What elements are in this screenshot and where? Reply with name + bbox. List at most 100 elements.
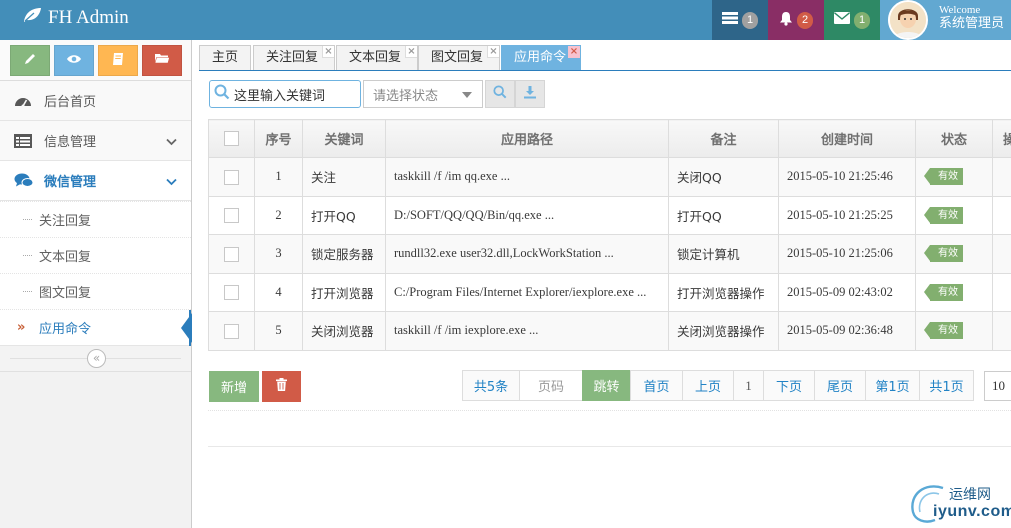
cell-actions bbox=[992, 195, 1011, 235]
page-indicator-text: 第1页 bbox=[875, 380, 910, 395]
status-badge: 有效 bbox=[924, 206, 963, 224]
shortcut-folder-button[interactable] bbox=[142, 45, 182, 76]
table-row[interactable]: 2 打开QQ D:/SOFT/QQ/QQ/Bin/qq.exe ... 打开QQ… bbox=[208, 195, 1011, 235]
watermark-top-text: 运维网 bbox=[949, 487, 991, 503]
cell-remark: 关闭浏览器操作 bbox=[668, 311, 779, 351]
tasks-button[interactable]: 1 bbox=[712, 0, 768, 40]
shortcut-edit-button[interactable] bbox=[10, 45, 50, 76]
cell-created: 2015-05-10 21:25:46 bbox=[778, 157, 916, 197]
watermark: 运维网 iyunv.com bbox=[905, 478, 1011, 528]
add-button[interactable]: 新增 bbox=[209, 371, 259, 402]
tab-text-reply[interactable]: 文本回复 × bbox=[336, 45, 418, 70]
current-page[interactable]: 1 bbox=[733, 370, 764, 401]
cell-path: C:/Program Files/Internet Explorer/iexpl… bbox=[385, 272, 669, 312]
row-checkbox[interactable] bbox=[224, 323, 239, 339]
notifications-button[interactable]: 2 bbox=[768, 0, 824, 40]
column-header[interactable]: 操 bbox=[992, 119, 1011, 158]
envelope-icon bbox=[834, 12, 850, 28]
row-checkbox[interactable] bbox=[224, 246, 239, 262]
delete-button[interactable] bbox=[262, 371, 301, 402]
status-select[interactable]: 请选择状态 bbox=[363, 80, 483, 108]
tab-home[interactable]: 主页 bbox=[199, 45, 251, 70]
table-row[interactable]: 4 打开浏览器 C:/Program Files/Internet Explor… bbox=[208, 272, 1011, 312]
cell-actions bbox=[992, 272, 1011, 312]
table-row[interactable]: 5 关闭浏览器 taskkill /f /im iexplore.exe ...… bbox=[208, 311, 1011, 351]
submenu-item-follow-reply[interactable]: 关注回复 bbox=[0, 201, 191, 237]
go-button[interactable]: 跳转 bbox=[582, 370, 631, 401]
cell-created: 2015-05-10 21:25:06 bbox=[778, 234, 916, 274]
search-input[interactable]: 这里输入关键词 bbox=[209, 80, 361, 108]
submenu-item-app-command[interactable]: » 应用命令 bbox=[0, 309, 192, 346]
current-page-number: 1 bbox=[745, 377, 752, 393]
page-number-placeholder: 页码 bbox=[537, 380, 564, 395]
prev-page-link[interactable]: 上页 bbox=[682, 370, 734, 401]
folder-icon bbox=[154, 52, 170, 69]
column-header[interactable]: 应用路径 bbox=[385, 119, 669, 158]
tree-dash bbox=[23, 291, 32, 292]
cell-created: 2015-05-10 21:25:25 bbox=[778, 195, 916, 235]
close-icon[interactable]: × bbox=[568, 46, 580, 58]
row-checkbox[interactable] bbox=[224, 285, 239, 301]
column-header[interactable]: 备注 bbox=[668, 119, 779, 158]
cell-path: taskkill /f /im qq.exe ... bbox=[385, 157, 669, 197]
table-row[interactable]: 1 关注 taskkill /f /im qq.exe ... 关闭QQ 201… bbox=[208, 157, 1011, 197]
menu-item-label: 后台首页 bbox=[44, 95, 97, 110]
cell-status: 有效 bbox=[915, 311, 993, 351]
page-number-input[interactable]: 页码 bbox=[519, 370, 583, 401]
cell-keyword: 关闭浏览器 bbox=[302, 311, 386, 351]
page-size-select[interactable]: 10 bbox=[984, 371, 1011, 401]
select-all-checkbox[interactable] bbox=[224, 131, 239, 146]
tab-news-reply[interactable]: 图文回复 × bbox=[418, 45, 500, 70]
row-checkbox[interactable] bbox=[224, 169, 239, 185]
messages-button[interactable]: 1 bbox=[824, 0, 880, 40]
menu-item-info[interactable]: 信息管理 bbox=[0, 121, 191, 161]
column-header[interactable]: 创建时间 bbox=[778, 119, 916, 158]
table-header-row: 序号 关键词 应用路径 备注 创建时间 状态 操 bbox=[208, 119, 1011, 158]
sidebar-collapse-button[interactable]: « bbox=[87, 349, 106, 368]
menu-item-home[interactable]: 后台首页 bbox=[0, 81, 191, 121]
submenu-item-label: 应用命令 bbox=[39, 322, 92, 337]
tasks-icon bbox=[722, 12, 738, 28]
notifications-badge: 2 bbox=[797, 11, 813, 29]
list-icon bbox=[14, 133, 36, 148]
menu-item-wechat[interactable]: 微信管理 bbox=[0, 161, 191, 201]
book-icon bbox=[111, 52, 125, 70]
shortcut-view-button[interactable] bbox=[54, 45, 94, 76]
column-header[interactable]: 关键词 bbox=[302, 119, 386, 158]
column-header[interactable]: 序号 bbox=[254, 119, 303, 158]
pager-total-text: 共5条 bbox=[473, 380, 509, 395]
user-menu[interactable]: Welcome 系统管理员 bbox=[880, 0, 1011, 40]
row-select-cell bbox=[208, 195, 255, 235]
shortcut-book-button[interactable] bbox=[98, 45, 138, 76]
close-icon[interactable]: × bbox=[487, 46, 499, 58]
next-page-link[interactable]: 下页 bbox=[763, 370, 815, 401]
tab-app-command[interactable]: 应用命令 × bbox=[501, 45, 581, 70]
download-button[interactable] bbox=[515, 80, 545, 108]
cell-path: rundll32.exe user32.dll,LockWorkStation … bbox=[385, 234, 669, 274]
cell-actions bbox=[992, 234, 1011, 274]
table-row[interactable]: 3 锁定服务器 rundll32.exe user32.dll,LockWork… bbox=[208, 234, 1011, 274]
tab-follow-reply[interactable]: 关注回复 × bbox=[253, 45, 335, 70]
cell-path: taskkill /f /im iexplore.exe ... bbox=[385, 311, 669, 351]
tab-label: 关注回复 bbox=[266, 50, 319, 65]
messages-badge: 1 bbox=[854, 11, 870, 29]
search-button[interactable] bbox=[485, 80, 515, 108]
leaf-icon bbox=[22, 6, 48, 30]
cell-created: 2015-05-09 02:36:48 bbox=[778, 311, 916, 351]
brand[interactable]: FH Admin bbox=[22, 6, 129, 30]
search-placeholder: 这里输入关键词 bbox=[234, 88, 326, 104]
search-icon bbox=[214, 84, 230, 104]
tab-bar: 主页 关注回复 × 文本回复 × 图文回复 × 应用命令 × bbox=[199, 45, 1011, 71]
status-badge: 有效 bbox=[924, 283, 963, 301]
row-checkbox[interactable] bbox=[224, 208, 239, 224]
close-icon[interactable]: × bbox=[405, 46, 417, 58]
first-page-link[interactable]: 首页 bbox=[630, 370, 683, 401]
column-header[interactable]: 状态 bbox=[915, 119, 993, 158]
app-title: FH Admin bbox=[48, 7, 129, 28]
submenu-item-news-reply[interactable]: 图文回复 bbox=[0, 273, 191, 309]
submenu-item-label: 关注回复 bbox=[39, 214, 92, 229]
close-icon[interactable]: × bbox=[322, 46, 334, 58]
submenu-item-text-reply[interactable]: 文本回复 bbox=[0, 237, 191, 273]
last-page-link[interactable]: 尾页 bbox=[814, 370, 866, 401]
watermark-bottom-text: iyunv.com bbox=[933, 503, 1011, 520]
